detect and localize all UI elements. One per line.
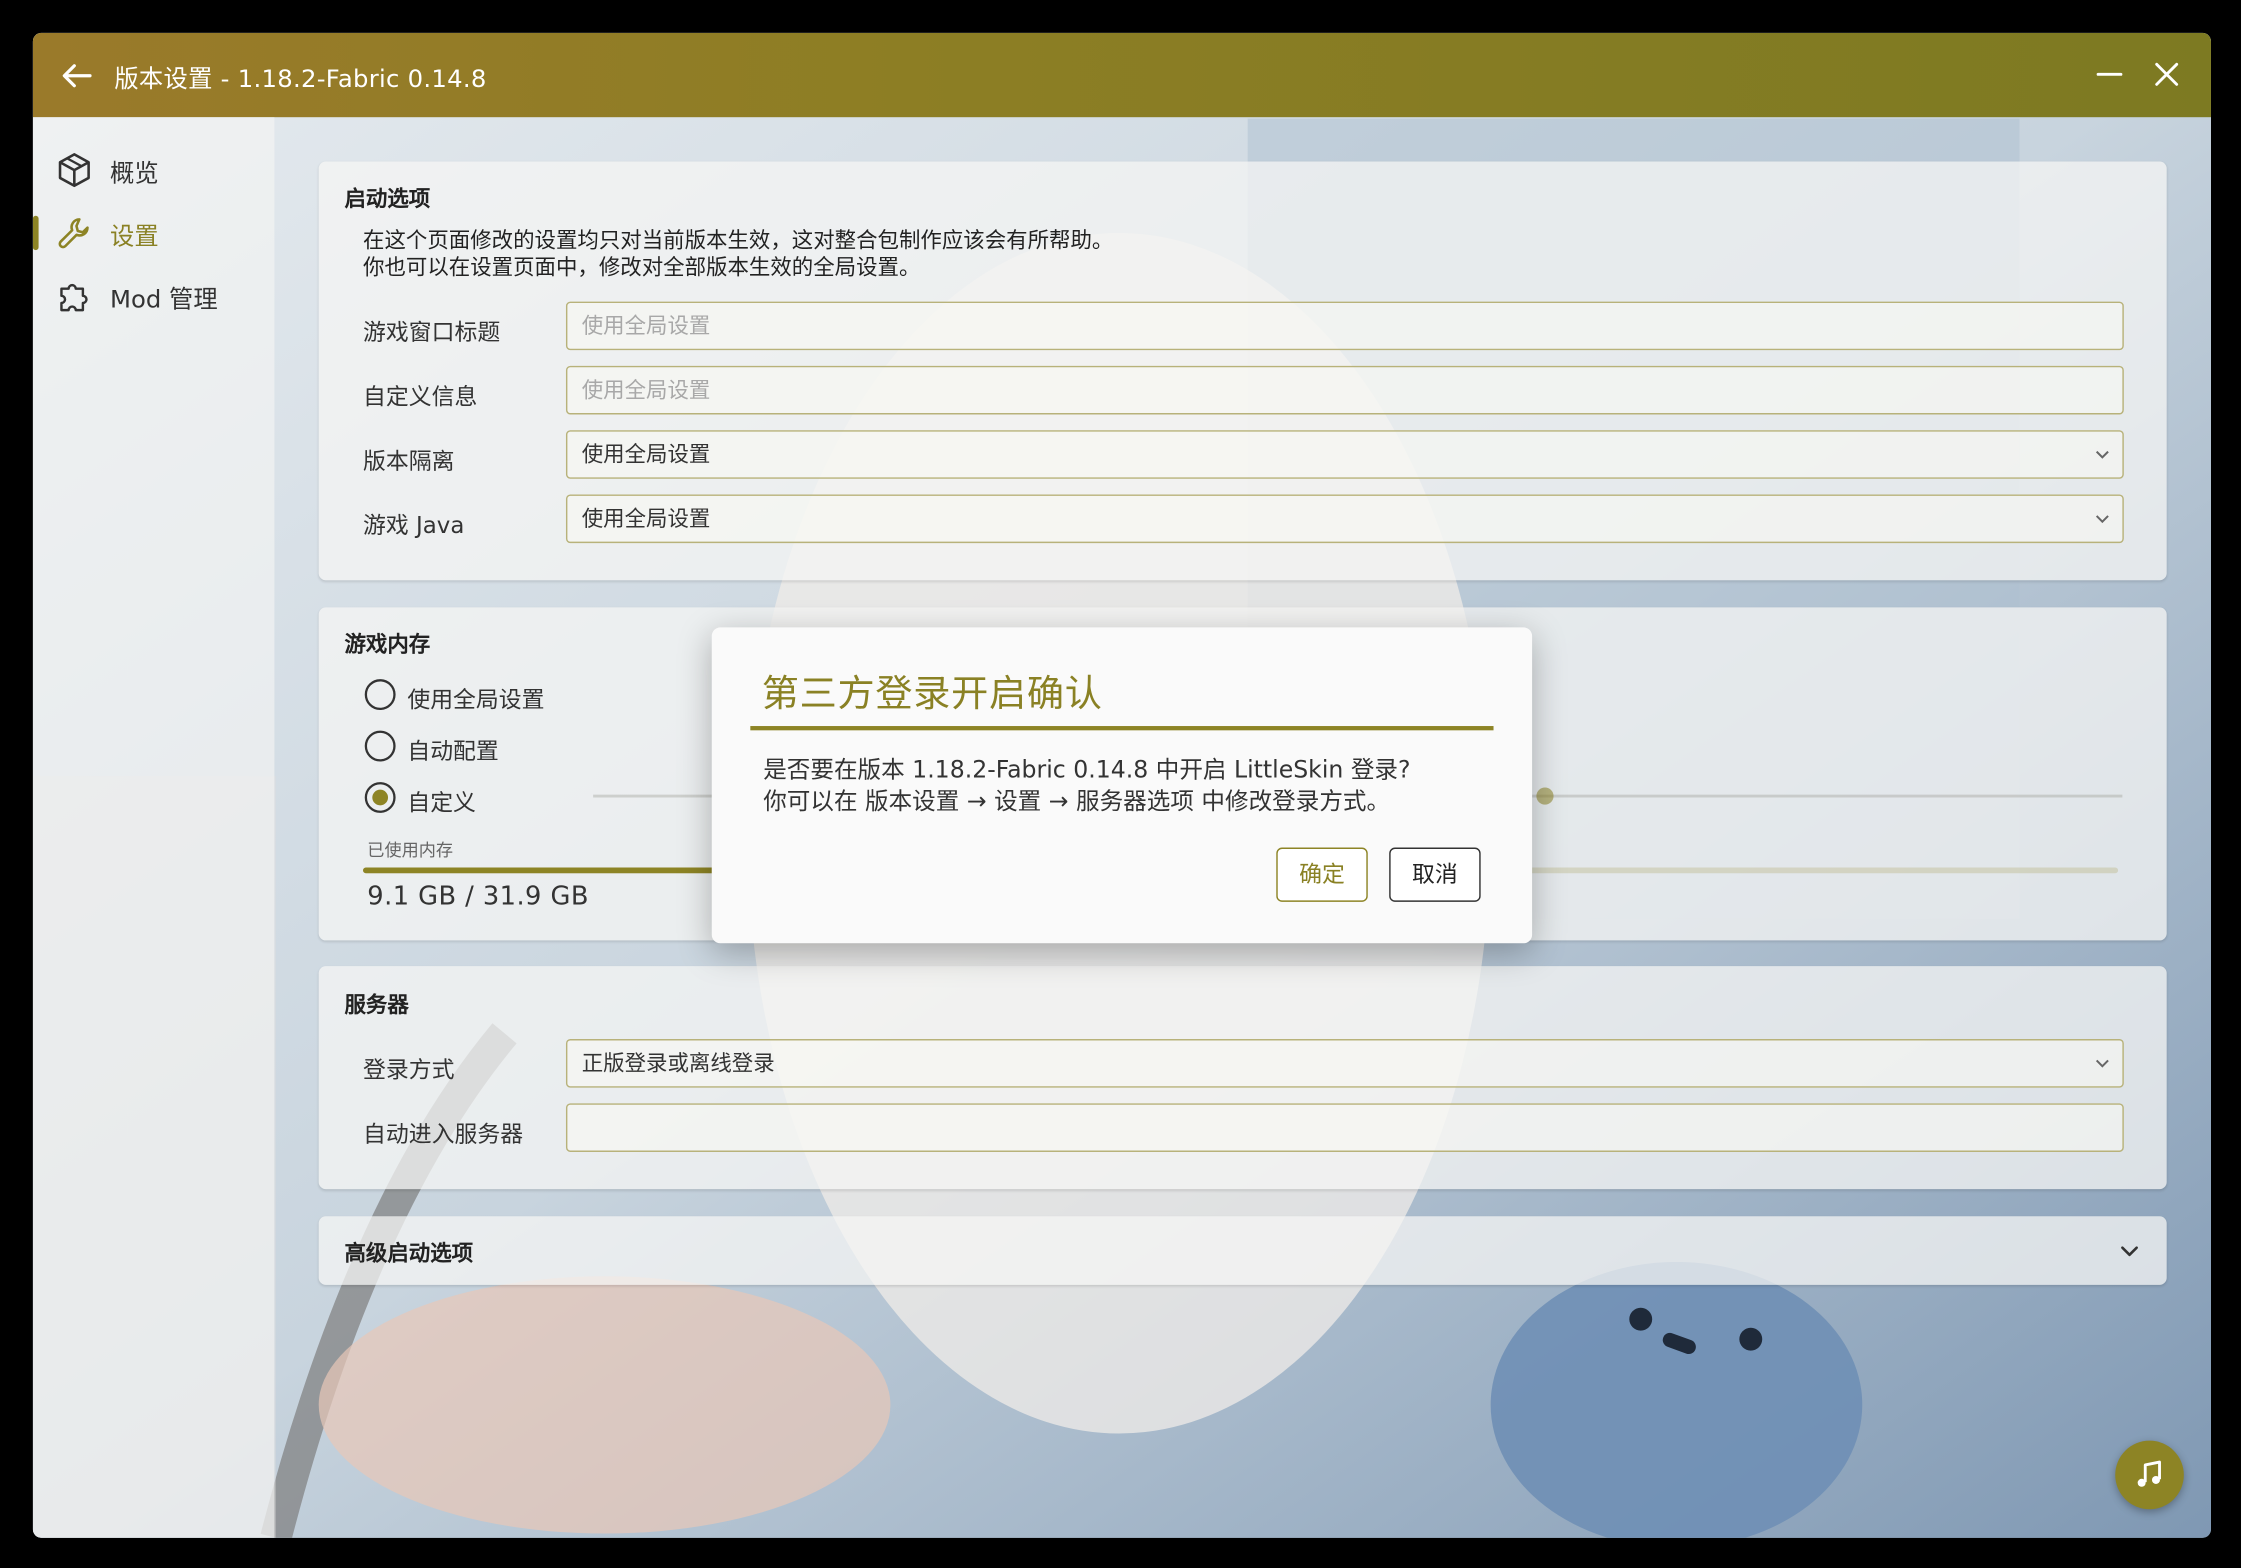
custom-info-input[interactable]: 使用全局设置 xyxy=(565,365,2124,415)
card-title: 服务器 xyxy=(344,991,409,1018)
field-label: 游戏窗口标题 xyxy=(363,318,501,346)
card-title: 高级启动选项 xyxy=(344,1240,474,1267)
input-placeholder: 使用全局设置 xyxy=(581,312,711,339)
radio-label: 使用全局设置 xyxy=(407,686,545,714)
cancel-button[interactable]: 取消 xyxy=(1389,847,1481,902)
dialog-message-line: 你可以在 版本设置 → 设置 → 服务器选项 中修改登录方式。 xyxy=(763,787,1391,815)
card-title: 启动选项 xyxy=(344,185,431,212)
memory-slider-thumb[interactable] xyxy=(1536,787,1554,805)
version-isolation-select[interactable]: 使用全局设置 xyxy=(565,430,2124,479)
confirm-button[interactable]: 确定 xyxy=(1276,847,1368,902)
title-bar: 版本设置 - 1.18.2-Fabric 0.14.8 xyxy=(32,32,2211,118)
select-value: 正版登录或离线登录 xyxy=(581,1050,775,1077)
back-arrow-icon[interactable] xyxy=(59,57,96,94)
window-title-input[interactable]: 使用全局设置 xyxy=(565,301,2124,351)
sidebar: 概览 设置 Mod 管理 xyxy=(32,117,275,1538)
description-line: 你也可以在设置页面中，修改对全部版本生效的全局设置。 xyxy=(363,254,921,281)
launch-options-card: 启动选项 在这个页面修改的设置均只对当前版本生效，这对整合包制作应该会有所帮助。… xyxy=(318,161,2167,581)
radio-global[interactable] xyxy=(363,677,397,711)
minimize-icon[interactable] xyxy=(2094,59,2125,90)
chevron-down-icon[interactable] xyxy=(2118,1239,2141,1262)
sidebar-item-label: 设置 xyxy=(110,222,159,251)
sidebar-item-mods[interactable]: Mod 管理 xyxy=(33,270,275,321)
field-label: 自动进入服务器 xyxy=(363,1120,524,1148)
server-card: 服务器 登录方式 正版登录或离线登录 自动进入服务器 xyxy=(318,966,2167,1190)
radio-label: 自定义 xyxy=(407,788,476,817)
window-title: 版本设置 - 1.18.2-Fabric 0.14.8 xyxy=(114,65,487,95)
cube-icon xyxy=(58,153,90,188)
sidebar-item-overview[interactable]: 概览 xyxy=(33,144,275,195)
description-line: 在这个页面修改的设置均只对当前版本生效，这对整合包制作应该会有所帮助。 xyxy=(363,227,1114,253)
memory-used-value: 9.1 GB / 31.9 GB xyxy=(367,881,589,912)
chevron-down-icon xyxy=(2095,515,2109,524)
field-label: 自定义信息 xyxy=(363,383,478,411)
auto-join-server-input[interactable] xyxy=(565,1103,2124,1152)
login-method-select[interactable]: 正版登录或离线登录 xyxy=(565,1039,2124,1088)
input-placeholder: 使用全局设置 xyxy=(581,377,711,404)
game-java-select[interactable]: 使用全局设置 xyxy=(565,494,2124,544)
chevron-down-icon xyxy=(2095,1059,2109,1068)
field-label: 版本隔离 xyxy=(363,447,455,475)
dialog-message: 是否要在版本 1.18.2-Fabric 0.14.8 中开启 LittleSk… xyxy=(763,755,1410,818)
field-label: 游戏 Java xyxy=(363,511,465,539)
card-title: 游戏内存 xyxy=(344,631,431,658)
music-note-icon xyxy=(2137,1460,2161,1487)
select-value: 使用全局设置 xyxy=(581,441,711,468)
sidebar-item-settings[interactable]: 设置 xyxy=(32,207,275,258)
close-icon[interactable] xyxy=(2151,59,2182,90)
memory-used-label: 已使用内存 xyxy=(367,840,454,861)
field-label: 登录方式 xyxy=(363,1056,455,1084)
radio-auto[interactable] xyxy=(363,729,397,763)
chevron-down-icon xyxy=(2095,450,2109,459)
music-button[interactable] xyxy=(2115,1440,2184,1510)
radio-custom[interactable] xyxy=(363,780,397,814)
select-value: 使用全局设置 xyxy=(581,505,711,532)
confirm-dialog: 第三方登录开启确认 是否要在版本 1.18.2-Fabric 0.14.8 中开… xyxy=(711,627,1533,944)
puzzle-icon xyxy=(60,283,88,312)
sidebar-item-label: 概览 xyxy=(110,159,159,188)
dialog-divider xyxy=(750,726,1494,731)
wrench-icon xyxy=(58,218,89,249)
sidebar-item-label: Mod 管理 xyxy=(110,285,218,314)
radio-label: 自动配置 xyxy=(407,737,499,765)
advanced-options-card[interactable]: 高级启动选项 xyxy=(318,1216,2167,1285)
dialog-message-line: 是否要在版本 1.18.2-Fabric 0.14.8 中开启 LittleSk… xyxy=(763,756,1411,784)
app-window: 版本设置 - 1.18.2-Fabric 0.14.8 概览 设置 Mod 管理… xyxy=(32,32,2211,1538)
dialog-title: 第三方登录开启确认 xyxy=(761,673,1103,717)
